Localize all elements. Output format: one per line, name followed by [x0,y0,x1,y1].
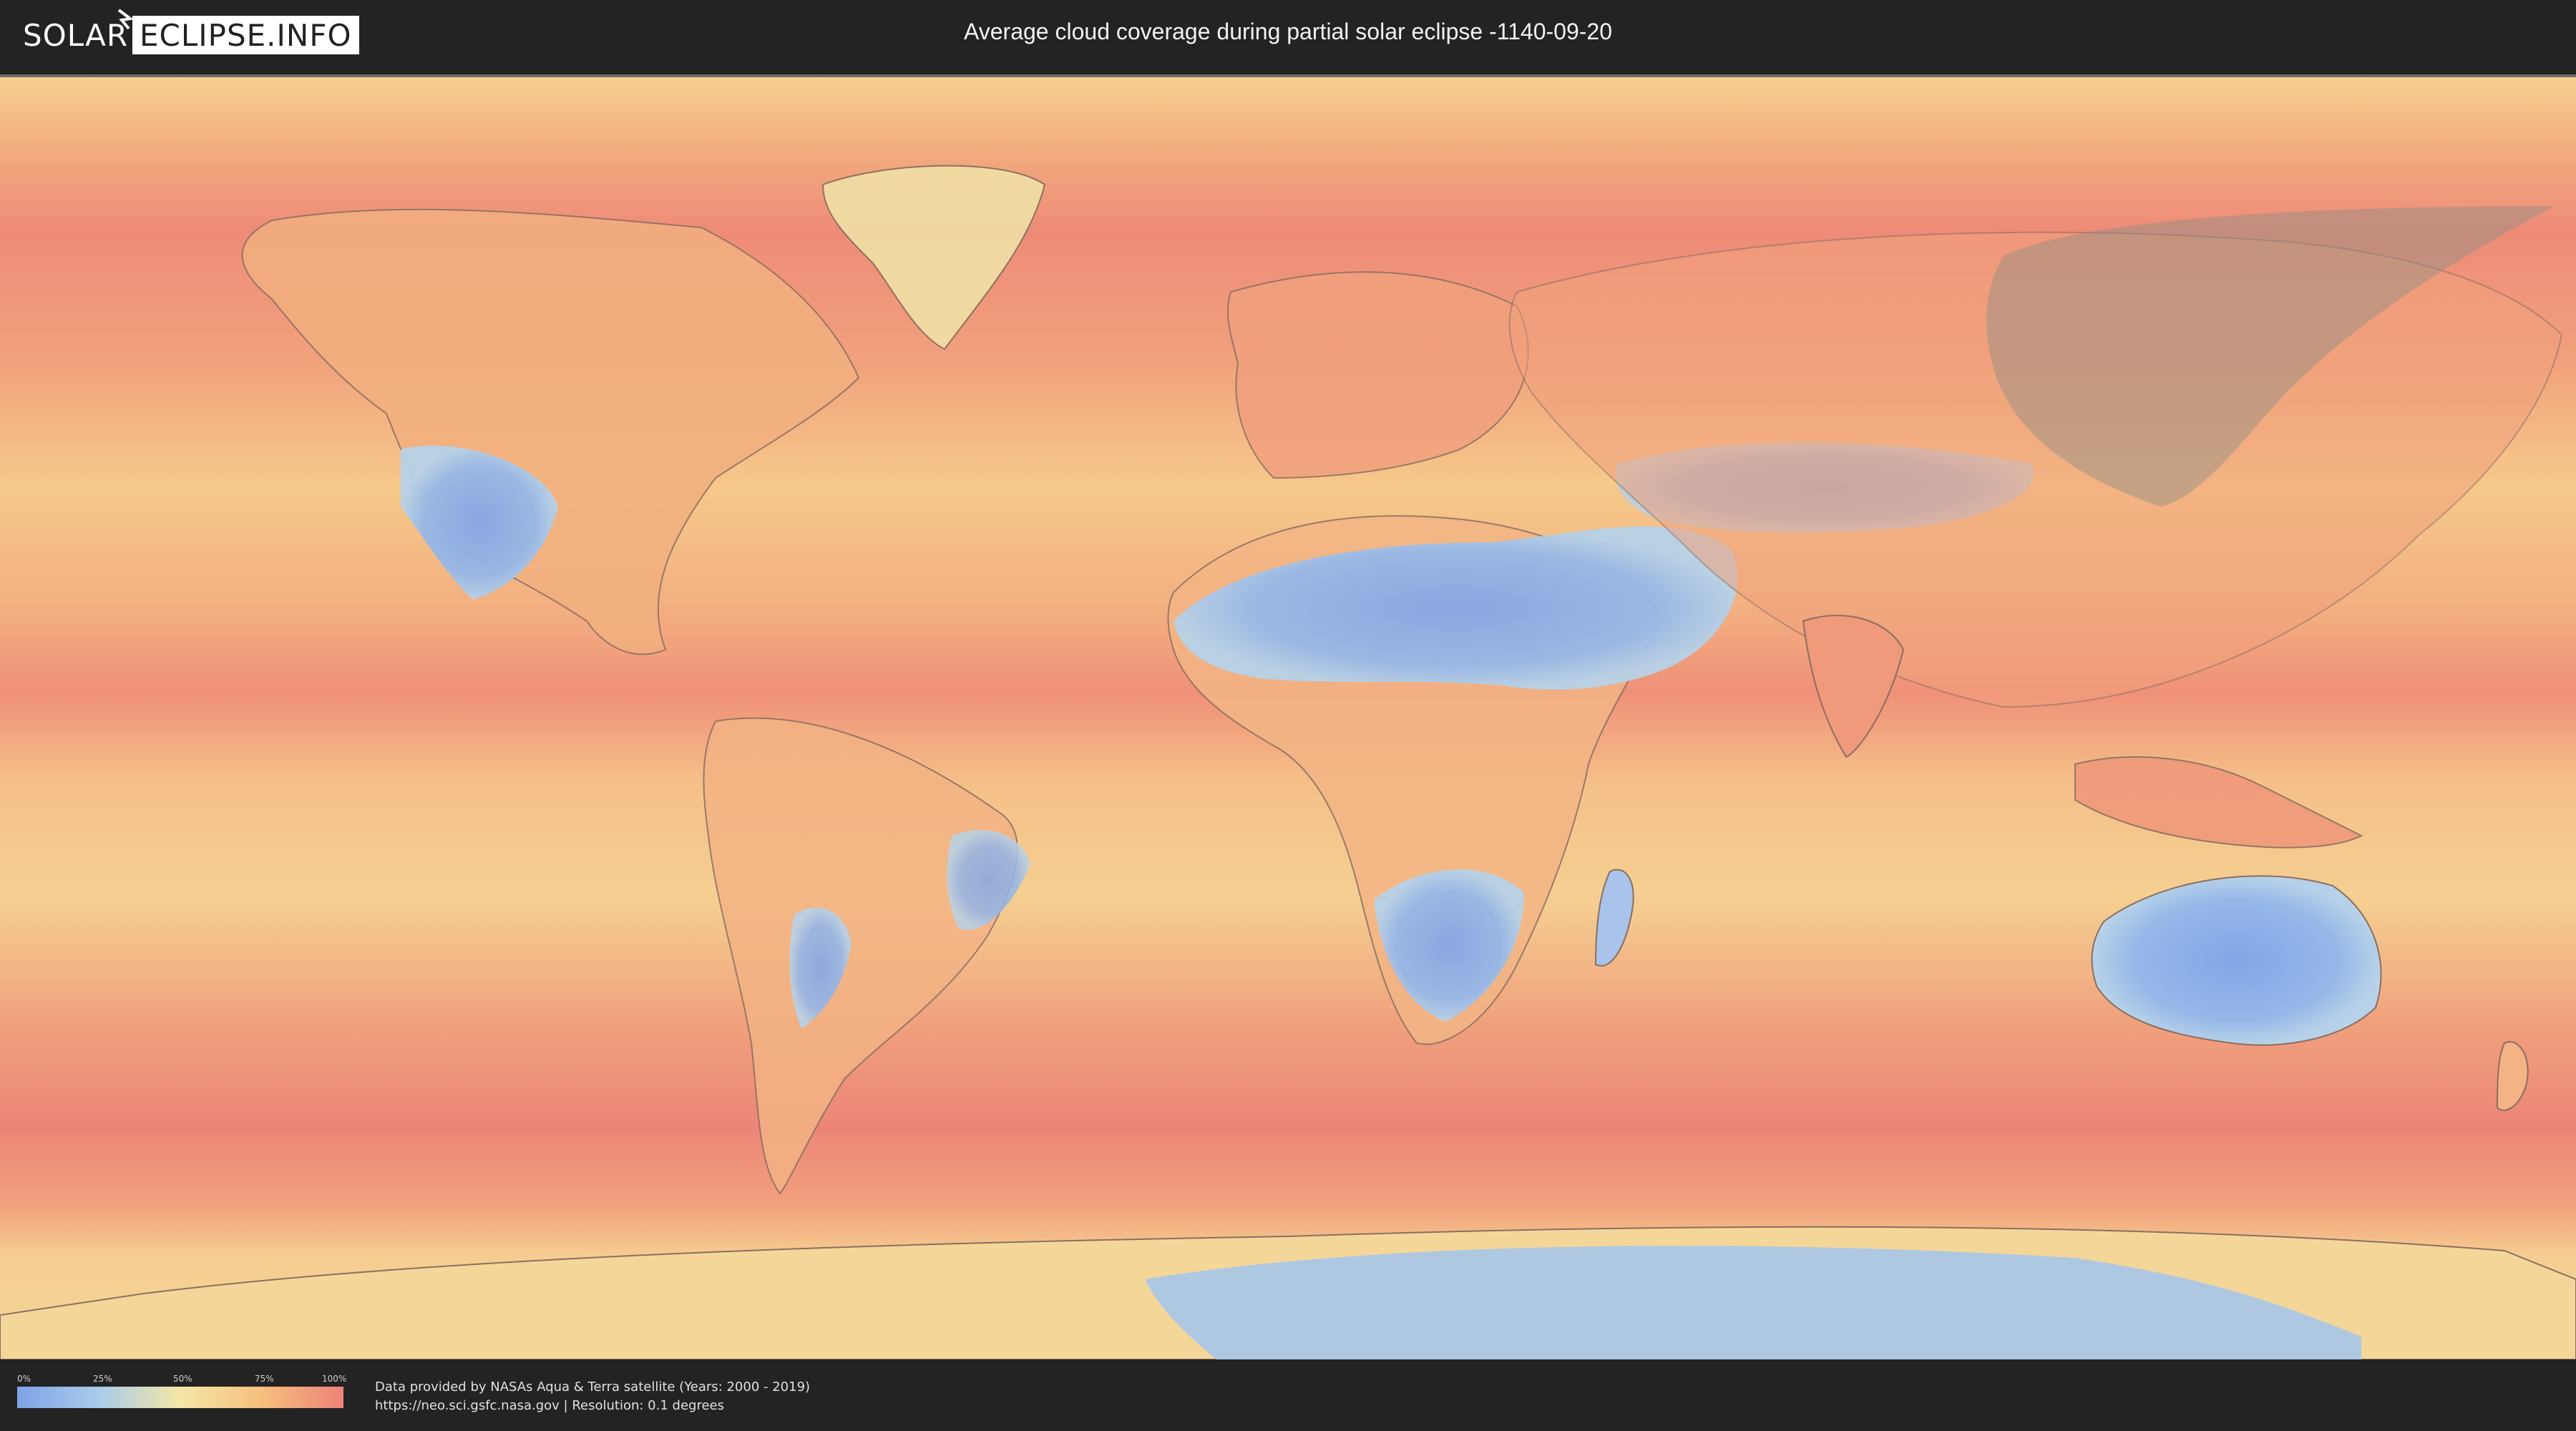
legend-tick-0: 0% [17,1374,31,1384]
data-credits: Data provided by NASAs Aqua & Terra sate… [375,1378,810,1415]
header-bar: SOLAR ECLIPSE.INFO Average cloud coverag… [0,0,2576,72]
legend-ticks: 0% 25% 50% 75% 100% [17,1374,347,1387]
legend-tick-75: 75% [255,1374,274,1384]
cloud-coverage-legend: 0% 25% 50% 75% 100% [17,1374,347,1408]
cloud-coverage-map[interactable] [0,74,2576,1359]
legend-tick-25: 25% [93,1374,112,1384]
legend-tick-50: 50% [173,1374,192,1384]
legend-color-bar [17,1387,343,1408]
credits-line-url[interactable]: https://neo.sci.gsfc.nasa.gov | Resoluti… [375,1397,810,1415]
credits-line-source: Data provided by NASAs Aqua & Terra sate… [375,1379,811,1395]
page-title: Average cloud coverage during partial so… [963,19,1613,44]
world-map-icon [0,77,2576,1359]
legend-tick-100: 100% [322,1374,347,1384]
